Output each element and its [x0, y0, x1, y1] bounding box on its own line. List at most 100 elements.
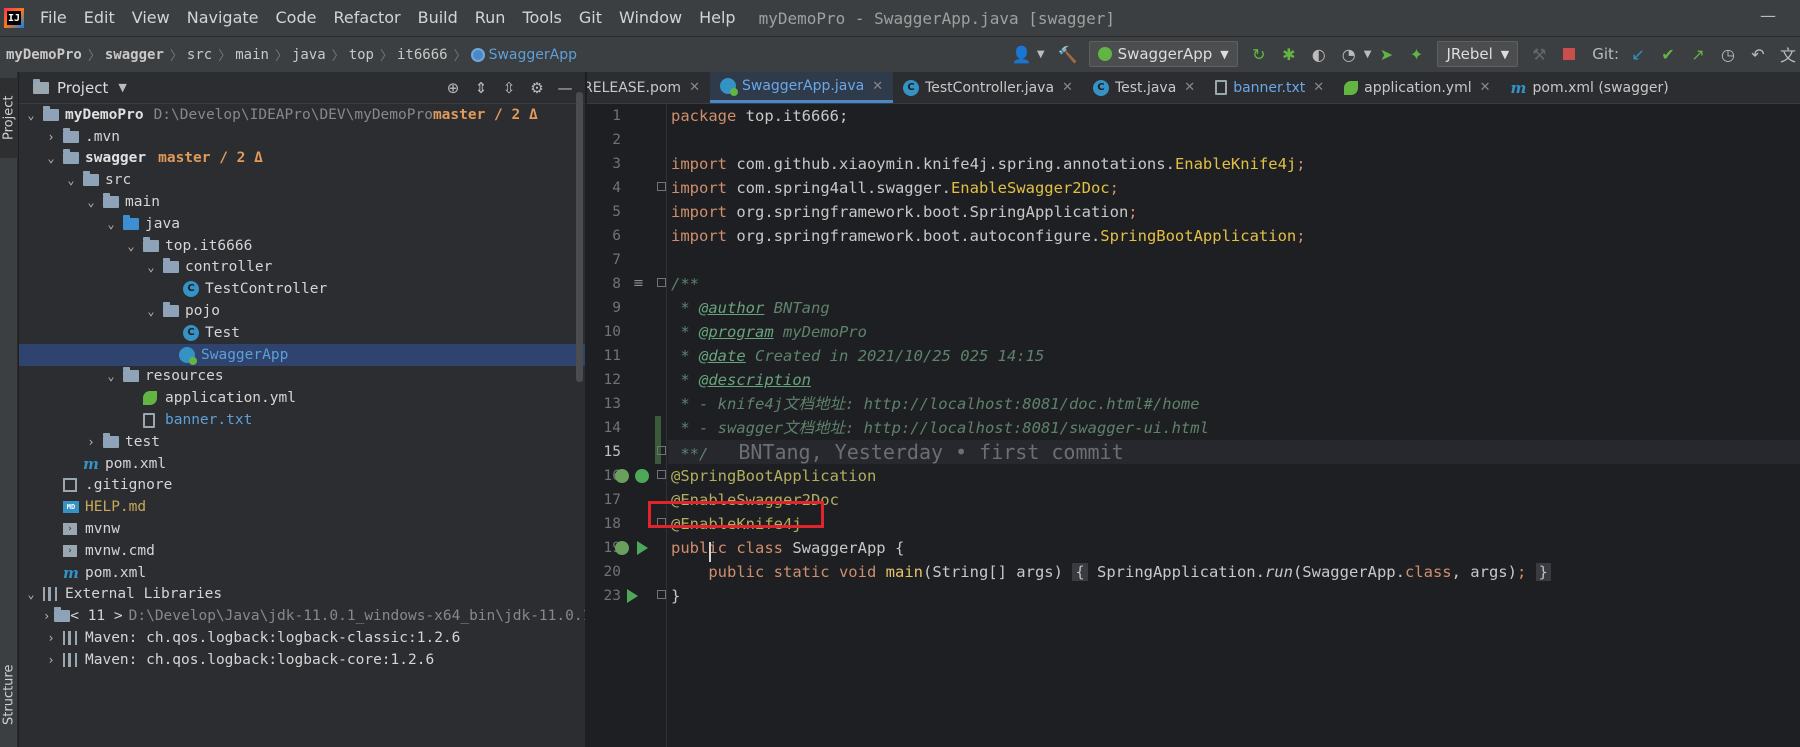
tab-banner-txt[interactable]: banner.txt ✕: [1205, 72, 1334, 103]
menu-tools[interactable]: Tools: [514, 0, 570, 36]
breadcrumb-item-current[interactable]: SwaggerApp: [485, 47, 577, 63]
folded-code-block[interactable]: {: [1072, 563, 1088, 581]
tree-item-mvnw[interactable]: › mvnw: [19, 518, 585, 540]
tree-item-package[interactable]: ⌄ top.it6666: [19, 235, 585, 257]
menu-run[interactable]: Run: [467, 0, 515, 36]
git-blame-inlay[interactable]: BNTang, Yesterday • first commit: [738, 440, 1123, 464]
breadcrumb-item[interactable]: top: [349, 47, 374, 63]
project-tool-tab[interactable]: Project: [0, 78, 18, 158]
chevron-right-icon[interactable]: ›: [83, 435, 99, 449]
user-icon[interactable]: 👤: [1010, 42, 1034, 66]
menu-edit[interactable]: Edit: [76, 0, 124, 36]
chevron-down-icon[interactable]: ▼: [1364, 49, 1372, 60]
tree-item-controller[interactable]: ⌄ controller: [19, 257, 585, 279]
chevron-right-icon[interactable]: ›: [43, 130, 59, 144]
menu-window[interactable]: Window: [611, 0, 691, 36]
tree-item-mvn[interactable]: › .mvn: [19, 126, 585, 148]
chevron-down-icon[interactable]: ⌄: [43, 151, 59, 165]
structure-tool-tab[interactable]: Structure: [0, 655, 18, 735]
menu-navigate[interactable]: Navigate: [179, 0, 268, 36]
fold-icon[interactable]: [657, 278, 666, 287]
menu-view[interactable]: View: [124, 0, 179, 36]
tree-item-external-libraries[interactable]: ⌄ External Libraries: [19, 584, 585, 606]
history-icon[interactable]: ◷: [1716, 42, 1740, 66]
chevron-down-icon[interactable]: ⌄: [23, 108, 39, 122]
coverage-icon[interactable]: ◐: [1307, 42, 1331, 66]
menu-file[interactable]: File: [32, 0, 76, 36]
git-update-icon[interactable]: ↙: [1626, 42, 1650, 66]
rerun-icon[interactable]: ↻: [1247, 42, 1271, 66]
hide-icon[interactable]: —: [551, 79, 579, 97]
breadcrumb-item[interactable]: src: [187, 47, 212, 63]
tree-item-maven-lib[interactable]: › Maven: ch.qos.logback:logback-core:1.2…: [19, 649, 585, 671]
editor-gutter[interactable]: 1 2 3 4 5 6 7 8 9 10 11 12 13 14 15 16 1…: [587, 104, 667, 747]
intellij-logo-icon[interactable]: IJ: [4, 8, 24, 28]
project-panel-title[interactable]: Project: [57, 79, 108, 97]
breadcrumb-item[interactable]: java: [292, 47, 326, 63]
tree-item-swagger[interactable]: ⌄ swagger master / 2 Δ: [19, 148, 585, 170]
jrebel-select[interactable]: JRebel ▼: [1437, 41, 1519, 67]
project-panel-scrollbar[interactable]: [576, 92, 583, 382]
debug-bug-icon[interactable]: ✱: [1277, 42, 1301, 66]
chevron-down-icon[interactable]: ▼: [118, 81, 126, 94]
chevron-down-icon[interactable]: ⌄: [103, 369, 119, 383]
tree-item-pom-xml-root[interactable]: m pom.xml: [19, 562, 585, 584]
build-hammer-icon[interactable]: 🔨: [1056, 42, 1080, 66]
collapse-all-icon[interactable]: ⇳: [495, 79, 523, 97]
chevron-down-icon[interactable]: ⌄: [63, 173, 79, 187]
close-icon[interactable]: ✕: [1184, 80, 1195, 95]
breadcrumb-item[interactable]: it6666: [397, 47, 448, 63]
tree-item-maven-lib[interactable]: › Maven: ch.qos.logback:logback-classic:…: [19, 627, 585, 649]
close-icon[interactable]: ✕: [872, 79, 883, 94]
tree-item-swaggerapp[interactable]: SwaggerApp: [19, 343, 585, 366]
spring-bean-icon[interactable]: [615, 469, 629, 483]
chevron-down-icon[interactable]: ⌄: [103, 217, 119, 231]
tree-item-test-class[interactable]: C Test: [19, 322, 585, 344]
run-icon[interactable]: [637, 541, 648, 555]
fold-icon[interactable]: [657, 470, 666, 479]
spring-bean-icon[interactable]: [615, 541, 629, 555]
menu-build[interactable]: Build: [410, 0, 467, 36]
menu-code[interactable]: Code: [268, 0, 326, 36]
rollback-icon[interactable]: ↶: [1746, 42, 1770, 66]
menu-help[interactable]: Help: [691, 0, 744, 36]
chevron-down-icon[interactable]: ⌄: [23, 587, 39, 601]
close-icon[interactable]: ✕: [1480, 80, 1491, 95]
run-icon[interactable]: [627, 589, 638, 603]
tree-item-java[interactable]: ⌄ java: [19, 213, 585, 235]
close-icon[interactable]: ✕: [1062, 80, 1073, 95]
vcs-change-marker[interactable]: [655, 416, 661, 464]
tree-item-resources[interactable]: ⌄ resources: [19, 366, 585, 388]
breadcrumb-item[interactable]: myDemoPro: [0, 47, 82, 63]
tree-item-pojo[interactable]: ⌄ pojo: [19, 300, 585, 322]
tab-swaggerapp-java[interactable]: SwaggerApp.java ✕: [709, 72, 894, 103]
tree-item-banner-txt[interactable]: banner.txt: [19, 409, 585, 431]
jrebel-debug-icon[interactable]: ✦: [1404, 42, 1428, 66]
tree-item-help-md[interactable]: MD HELP.md: [19, 496, 585, 518]
run-configuration-select[interactable]: SwaggerApp ▼: [1088, 41, 1238, 67]
close-icon[interactable]: ✕: [1313, 80, 1324, 95]
tree-item-src[interactable]: ⌄ src: [19, 169, 585, 191]
folded-code-block[interactable]: }: [1535, 563, 1551, 581]
menu-refactor[interactable]: Refactor: [325, 0, 409, 36]
chevron-down-icon[interactable]: ▼: [1037, 49, 1045, 60]
breadcrumb-item[interactable]: main: [235, 47, 269, 63]
locate-icon[interactable]: ⊕: [439, 79, 467, 97]
fold-icon[interactable]: [657, 590, 666, 599]
tab-pom-xml-swagger[interactable]: m pom.xml (swagger): [1501, 72, 1679, 103]
expand-all-icon[interactable]: ⇕: [467, 79, 495, 97]
chevron-down-icon[interactable]: ⌄: [143, 304, 159, 318]
chevron-down-icon[interactable]: ⌄: [123, 239, 139, 253]
code-content[interactable]: package top.it6666; import com.github.xi…: [668, 104, 1800, 747]
breadcrumb-item[interactable]: swagger: [105, 47, 164, 63]
tab-test-java[interactable]: C Test.java ✕: [1083, 72, 1205, 103]
chevron-right-icon[interactable]: ›: [43, 631, 59, 645]
chevron-down-icon[interactable]: ⌄: [143, 260, 159, 274]
fold-icon[interactable]: [657, 182, 666, 191]
chevron-right-icon[interactable]: ›: [43, 609, 50, 623]
tree-item-jdk[interactable]: › < 11 > D:\Develop\Java\jdk-11.0.1_wind…: [19, 605, 585, 627]
tree-item-test-folder[interactable]: › test: [19, 431, 585, 453]
render-doc-icon[interactable]: ≡: [633, 276, 644, 291]
profile-icon[interactable]: ◔: [1337, 42, 1361, 66]
gear-icon[interactable]: ⚙: [523, 79, 551, 97]
